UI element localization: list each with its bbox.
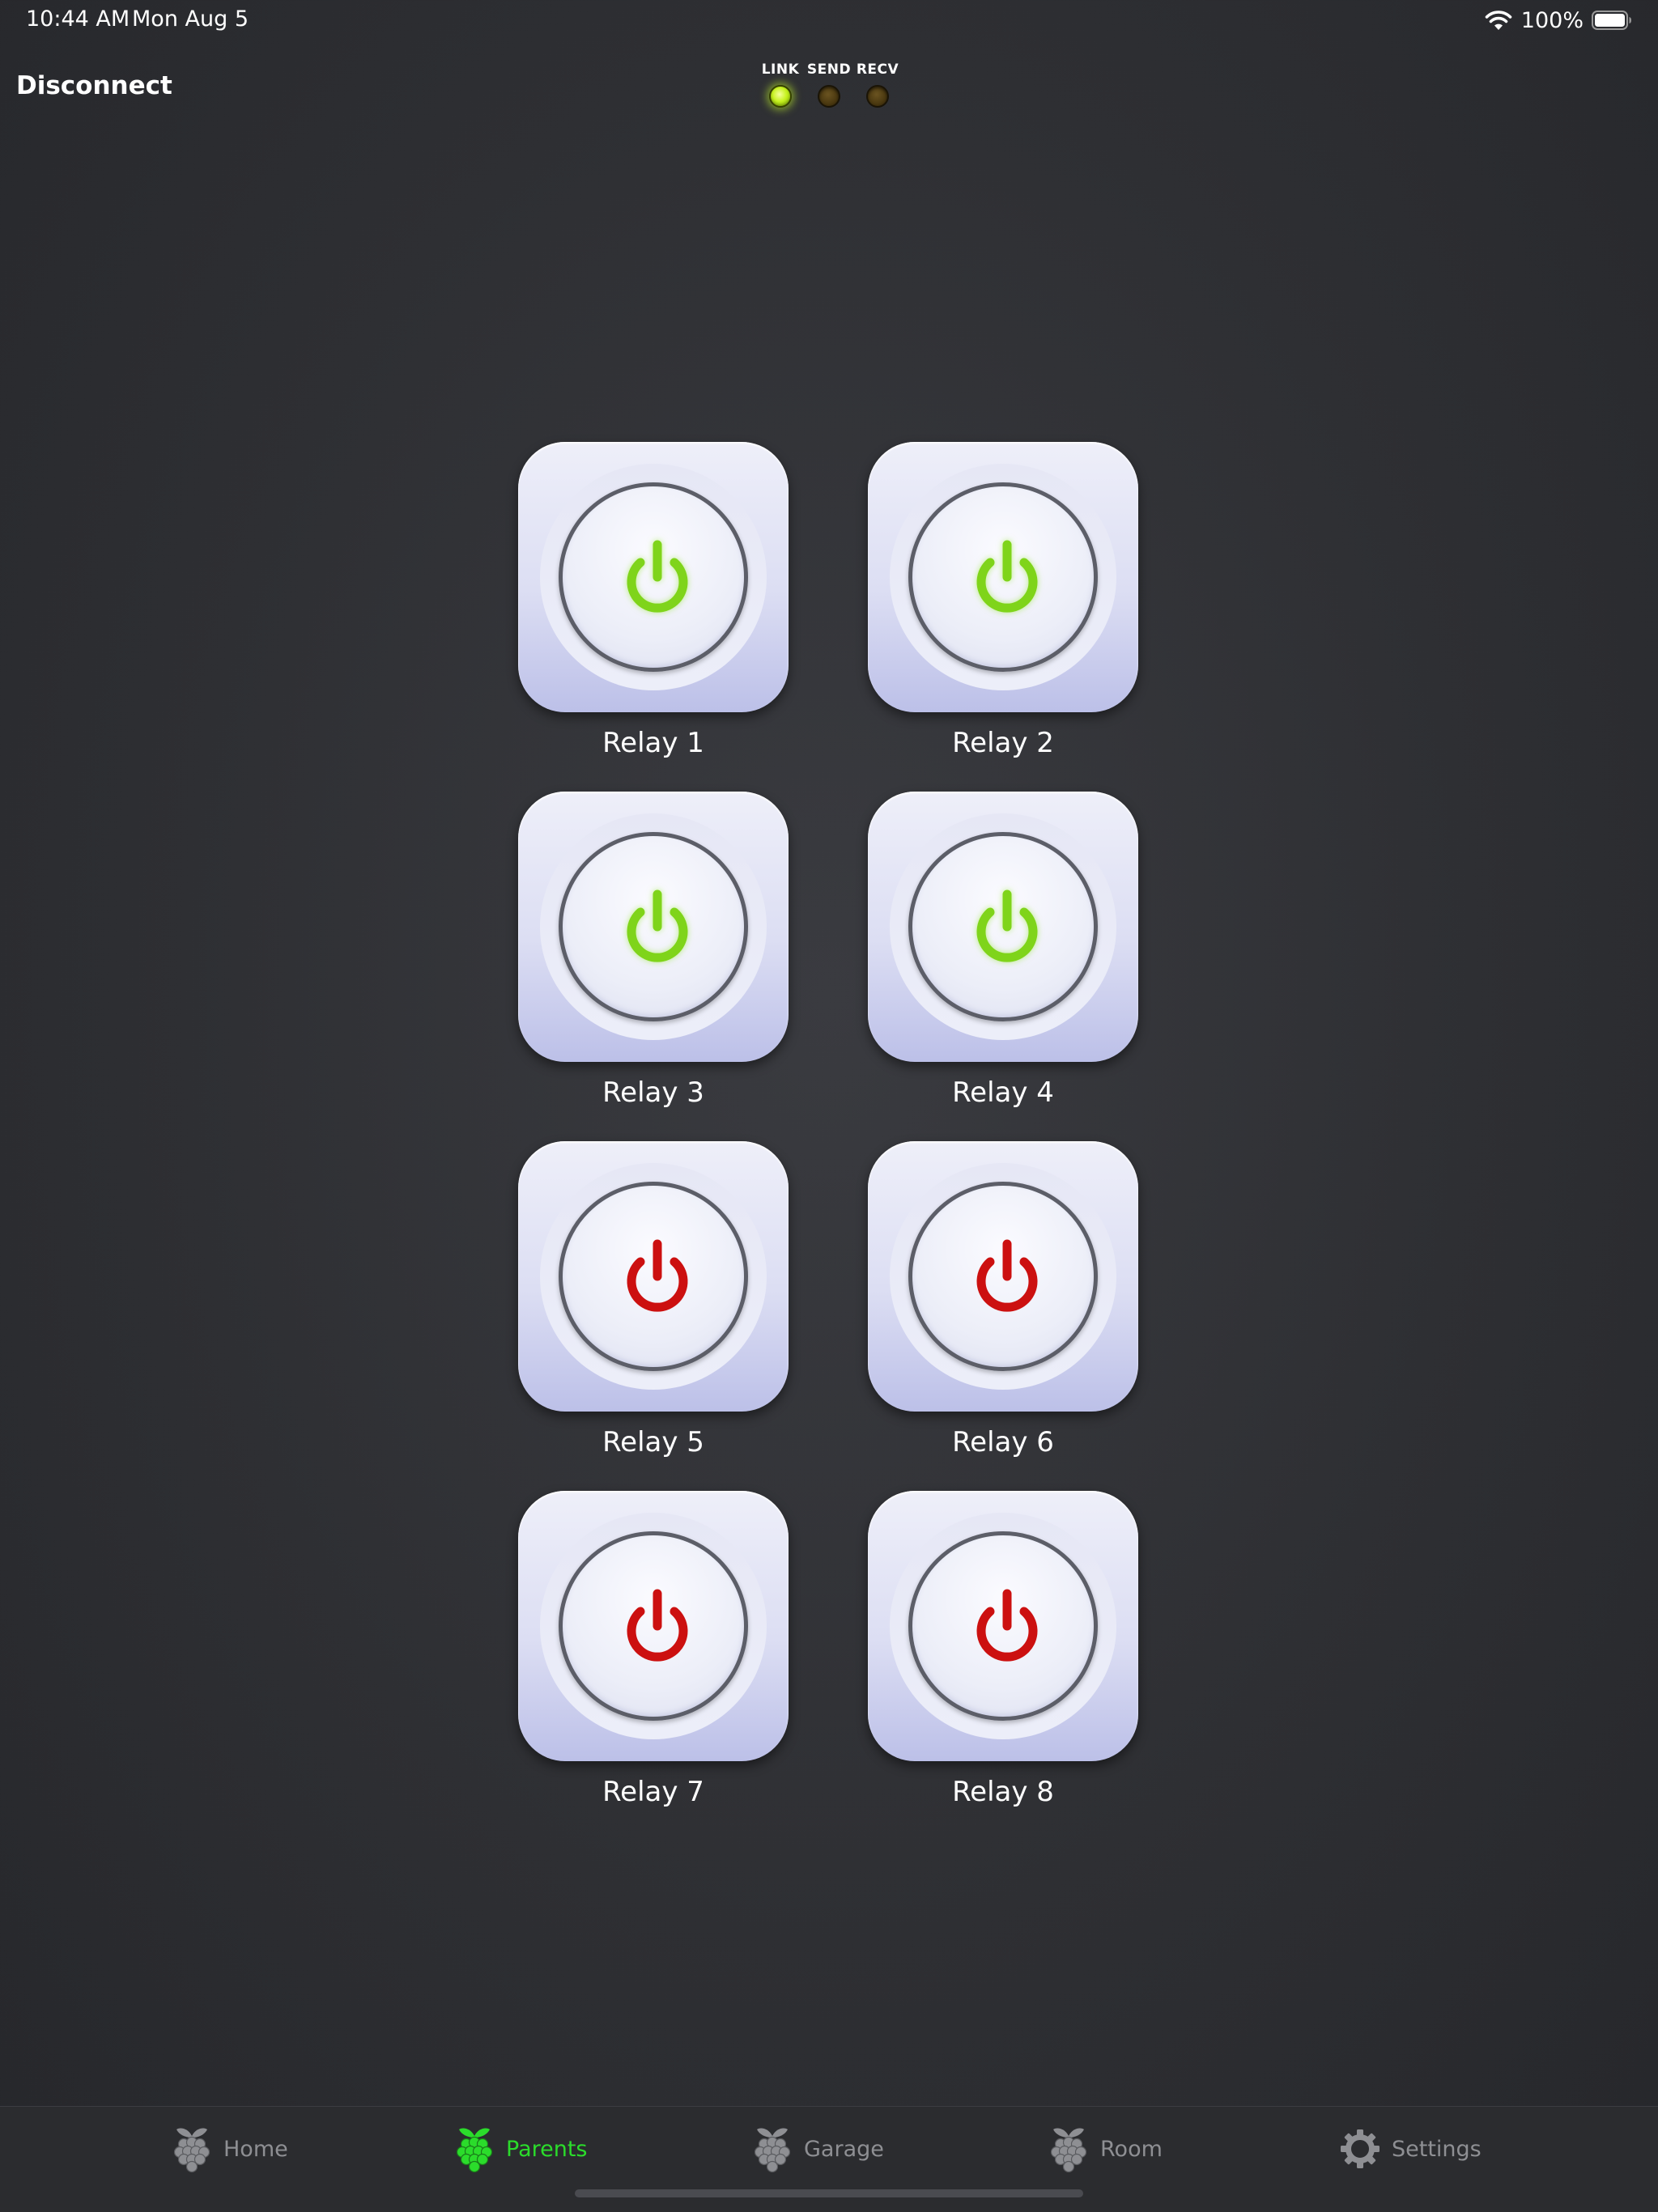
battery-icon [1592, 11, 1631, 30]
power-button [559, 1531, 748, 1721]
power-button [559, 482, 748, 672]
relay-label: Relay 3 [602, 1076, 704, 1109]
tab-room[interactable]: Room [1048, 2123, 1163, 2175]
raspberry-icon [1050, 2128, 1087, 2173]
power-button [908, 832, 1098, 1021]
relay-6-toggle[interactable] [868, 1141, 1138, 1412]
gear-icon [1341, 2129, 1380, 2168]
recv-indicator: RECV [853, 62, 902, 108]
connection-indicators: LINK SEND RECV [756, 62, 902, 115]
power-icon [627, 1239, 688, 1312]
power-button [559, 1182, 748, 1371]
relay-2: Relay 2 [868, 442, 1140, 774]
power-button [908, 1531, 1098, 1721]
send-indicator: SEND [805, 62, 853, 108]
status-bar: 10:44 AM Mon Aug 5 100% [0, 0, 1658, 40]
power-icon [976, 1589, 1038, 1662]
relay-label: Relay 5 [602, 1426, 704, 1458]
power-button [559, 832, 748, 1021]
status-right: 100% [1484, 6, 1632, 34]
relay-1-toggle[interactable] [518, 442, 789, 712]
tab-label: Room [1100, 2136, 1163, 2162]
tab-label: Parents [506, 2136, 588, 2162]
indicator-label: LINK [761, 62, 800, 78]
relay-label: Relay 7 [602, 1776, 704, 1808]
status-date: Mon Aug 5 [132, 6, 249, 32]
power-icon [976, 540, 1038, 613]
power-icon [976, 889, 1038, 962]
relay-label: Relay 6 [952, 1426, 1054, 1458]
relay-7: Relay 7 [518, 1491, 790, 1823]
tab-garage[interactable]: Garage [752, 2123, 884, 2175]
relay-8-toggle[interactable] [868, 1491, 1138, 1761]
relay-3-toggle[interactable] [518, 792, 789, 1062]
tab-parents[interactable]: Parents [454, 2123, 588, 2175]
raspberry-icon [754, 2128, 791, 2173]
relay-1: Relay 1 [518, 442, 790, 774]
indicator-label: SEND [806, 62, 852, 78]
power-icon [627, 540, 688, 613]
home-indicator[interactable] [575, 2189, 1083, 2197]
power-button [908, 482, 1098, 672]
relay-label: Relay 2 [952, 727, 1054, 759]
link-indicator: LINK [756, 62, 805, 108]
tab-home[interactable]: Home [172, 2123, 288, 2175]
indicator-label: RECV [856, 62, 899, 78]
relay-3: Relay 3 [518, 792, 790, 1123]
raspberry-icon [456, 2128, 493, 2173]
led-icon [866, 85, 889, 108]
relay-4-toggle[interactable] [868, 792, 1138, 1062]
power-button [908, 1182, 1098, 1371]
wifi-icon [1485, 11, 1512, 30]
relay-label: Relay 4 [952, 1076, 1054, 1109]
disconnect-button[interactable]: Disconnect [16, 71, 172, 100]
tab-settings[interactable]: Settings [1340, 2123, 1482, 2175]
relay-label: Relay 1 [602, 727, 704, 759]
relay-2-toggle[interactable] [868, 442, 1138, 712]
tab-label: Settings [1392, 2136, 1482, 2162]
relay-5: Relay 5 [518, 1141, 790, 1473]
power-icon [976, 1239, 1038, 1312]
tab-label: Home [223, 2136, 288, 2162]
power-icon [627, 1589, 688, 1662]
relay-8: Relay 8 [868, 1491, 1140, 1823]
tab-label: Garage [804, 2136, 884, 2162]
led-icon [818, 85, 840, 108]
relay-4: Relay 4 [868, 792, 1140, 1123]
status-time: 10:44 AM [26, 6, 130, 32]
led-icon [769, 85, 792, 108]
battery-percentage: 100% [1520, 7, 1584, 33]
power-icon [627, 889, 688, 962]
relay-5-toggle[interactable] [518, 1141, 789, 1412]
relay-6: Relay 6 [868, 1141, 1140, 1473]
raspberry-icon [173, 2128, 210, 2173]
relay-label: Relay 8 [952, 1776, 1054, 1808]
relay-7-toggle[interactable] [518, 1491, 789, 1761]
